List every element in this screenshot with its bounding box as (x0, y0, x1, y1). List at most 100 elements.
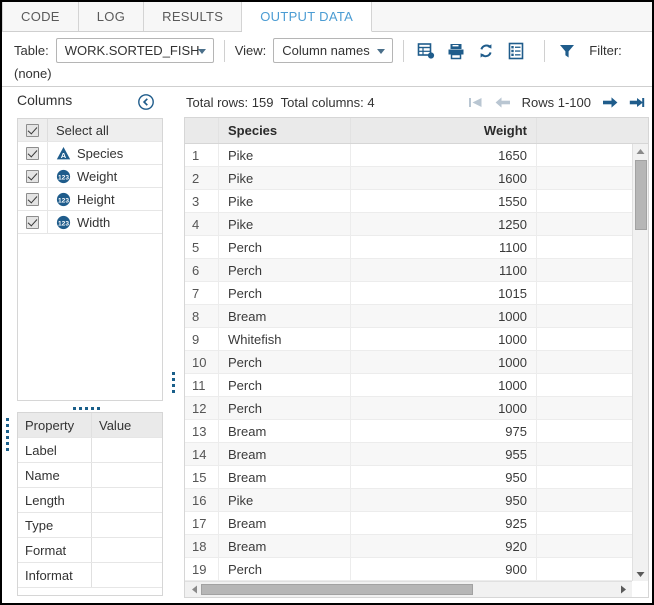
table-row[interactable]: 2 Pike 1600 (185, 167, 632, 190)
chevron-down-icon (197, 48, 206, 54)
filter-value: (none) (14, 66, 52, 81)
table-row[interactable]: 18 Bream 920 (185, 535, 632, 558)
table-row[interactable]: 7 Perch 1015 (185, 282, 632, 305)
table-row[interactable]: 8 Bream 1000 (185, 305, 632, 328)
chevron-down-icon (377, 48, 386, 54)
go-to-previous-page-icon[interactable] (495, 96, 511, 110)
column-checkbox-width[interactable] (18, 211, 48, 233)
cell-weight: 900 (351, 558, 537, 580)
table-row[interactable]: 13 Bream 975 (185, 420, 632, 443)
property-row[interactable]: Informat (18, 563, 162, 588)
left-edge-splitter[interactable] (6, 418, 10, 452)
table-row[interactable]: 14 Bream 955 (185, 443, 632, 466)
go-to-next-page-icon[interactable] (602, 96, 618, 110)
property-row[interactable]: Length (18, 488, 162, 513)
collapse-left-icon[interactable] (137, 93, 155, 111)
grid-horizontal-scrollbar[interactable] (185, 581, 648, 597)
column-select-all-row[interactable]: Select all (18, 119, 162, 142)
cell-weight: 1000 (351, 305, 537, 327)
grid-header-weight[interactable]: Weight (351, 118, 537, 143)
table-row[interactable]: 15 Bream 950 (185, 466, 632, 489)
scroll-up-icon[interactable] (633, 144, 648, 158)
cell-blank (537, 328, 632, 350)
scroll-down-icon[interactable] (633, 567, 648, 581)
cell-blank (537, 374, 632, 396)
property-row[interactable]: Label (18, 438, 162, 463)
column-item-species[interactable]: A Species (18, 142, 162, 165)
cell-species: Perch (219, 558, 351, 580)
filter-funnel-icon[interactable] (555, 39, 579, 63)
column-label-species: Species (77, 145, 124, 161)
table-row[interactable]: 6 Perch 1100 (185, 259, 632, 282)
tab-code[interactable]: CODE (2, 2, 79, 31)
panel-horizontal-splitter[interactable] (3, 404, 169, 412)
column-item-species-name: A Species (48, 146, 123, 161)
row-number: 4 (185, 213, 219, 235)
cell-species: Bream (219, 443, 351, 465)
horizontal-scroll-thumb[interactable] (201, 584, 473, 595)
property-value (92, 563, 162, 587)
column-item-width[interactable]: 123 Width (18, 211, 162, 234)
cell-weight: 1000 (351, 397, 537, 419)
scroll-right-icon[interactable] (616, 582, 630, 597)
table-row[interactable]: 3 Pike 1550 (185, 190, 632, 213)
property-row[interactable]: Format (18, 538, 162, 563)
table-row[interactable]: 10 Perch 1000 (185, 351, 632, 374)
filter-label: Filter: (589, 43, 622, 58)
refresh-icon[interactable] (474, 39, 498, 63)
property-row[interactable]: Type (18, 513, 162, 538)
cell-weight: 925 (351, 512, 537, 534)
row-number: 18 (185, 535, 219, 557)
vertical-scroll-thumb[interactable] (635, 160, 647, 230)
column-item-weight[interactable]: 123 Weight (18, 165, 162, 188)
property-value (92, 513, 162, 537)
property-name-label: Format (18, 538, 92, 562)
table-row[interactable]: 11 Perch 1000 (185, 374, 632, 397)
data-grid: Species Weight 1 Pike 1650 2 Pike 1600 3… (184, 117, 649, 598)
svg-text:123: 123 (58, 174, 69, 181)
cell-weight: 950 (351, 466, 537, 488)
column-checkbox-species[interactable] (18, 142, 48, 164)
go-to-first-page-icon[interactable] (468, 96, 484, 110)
column-details-icon[interactable] (504, 39, 528, 63)
table-row[interactable]: 1 Pike 1650 (185, 144, 632, 167)
cell-weight: 1015 (351, 282, 537, 304)
pane-vertical-splitter[interactable] (172, 372, 176, 396)
cell-blank (537, 351, 632, 373)
table-row[interactable]: 12 Perch 1000 (185, 397, 632, 420)
table-properties-icon[interactable] (414, 39, 438, 63)
properties-header-value: Value (99, 417, 132, 433)
tab-output-data[interactable]: OUTPUT DATA (242, 2, 373, 32)
table-row[interactable]: 17 Bream 925 (185, 512, 632, 535)
table-row[interactable]: 9 Whitefish 1000 (185, 328, 632, 351)
grid-body: 1 Pike 1650 2 Pike 1600 3 Pike 1550 4 Pi… (185, 144, 632, 581)
view-select[interactable]: Column names (273, 38, 394, 63)
column-item-width-name: 123 Width (48, 215, 110, 230)
table-select[interactable]: WORK.SORTED_FISH (55, 38, 214, 63)
tab-log[interactable]: LOG (78, 2, 145, 31)
column-item-height[interactable]: 123 Height (18, 188, 162, 211)
row-number: 13 (185, 420, 219, 442)
save-data-icon[interactable] (444, 39, 468, 63)
cell-weight: 1000 (351, 374, 537, 396)
select-all-checkbox[interactable] (18, 119, 48, 141)
cell-species: Pike (219, 190, 351, 212)
column-checkbox-weight[interactable] (18, 165, 48, 187)
cell-species: Perch (219, 351, 351, 373)
table-row[interactable]: 5 Perch 1100 (185, 236, 632, 259)
grid-header-rownum (185, 118, 219, 143)
grid-vertical-scrollbar[interactable] (632, 144, 648, 581)
cell-weight: 1000 (351, 328, 537, 350)
property-row[interactable]: Name (18, 463, 162, 488)
row-number: 19 (185, 558, 219, 580)
table-row[interactable]: 4 Pike 1250 (185, 213, 632, 236)
row-number: 1 (185, 144, 219, 166)
tab-results[interactable]: RESULTS (144, 2, 243, 31)
table-row[interactable]: 19 Perch 900 (185, 558, 632, 581)
go-to-last-page-icon[interactable] (629, 96, 645, 110)
grid-header-species[interactable]: Species (219, 118, 351, 143)
cell-species: Pike (219, 213, 351, 235)
column-checkbox-height[interactable] (18, 188, 48, 210)
table-row[interactable]: 16 Pike 950 (185, 489, 632, 512)
scroll-left-icon[interactable] (187, 582, 201, 597)
